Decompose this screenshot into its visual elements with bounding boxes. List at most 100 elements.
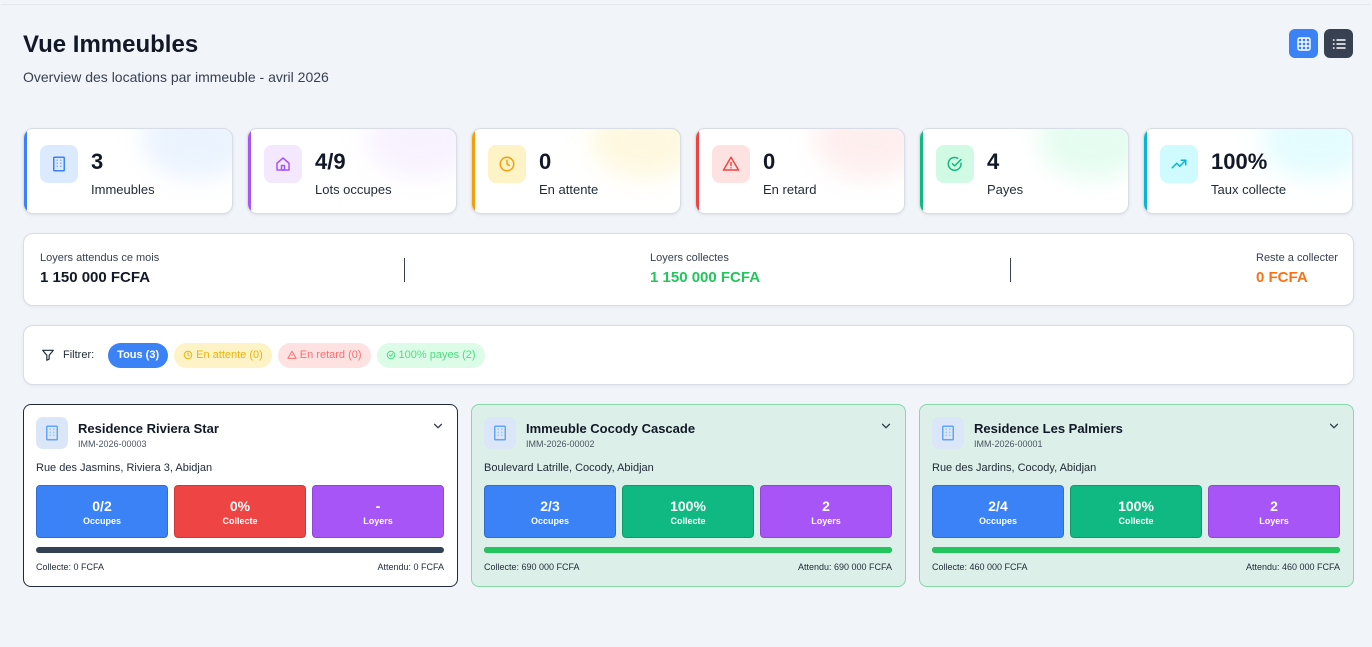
rents-value: 2	[1270, 497, 1278, 514]
alert-triangle-icon	[287, 350, 297, 359]
filter-late[interactable]: En retard (0)	[277, 342, 371, 368]
rents-tile: - Loyers	[312, 485, 444, 538]
building-card[interactable]: Immeuble Cocody Cascade IMM-2026-00002 B…	[471, 404, 906, 587]
rents-label: Loyers	[811, 515, 841, 526]
stat-glow	[366, 129, 456, 179]
stat-label: Immeubles	[91, 182, 155, 197]
collection-label: Collecte	[222, 515, 258, 526]
stat-accent	[24, 129, 27, 213]
card-footer: Collecte: 460 000 FCFA Attendu: 460 000 …	[932, 562, 1340, 572]
collection-value: 100%	[1118, 497, 1154, 514]
clock-icon	[499, 156, 515, 172]
stat-value: 4/9	[315, 149, 346, 174]
building-icon	[942, 425, 954, 441]
clock-icon	[183, 350, 193, 360]
list-view-button[interactable]	[1324, 29, 1353, 58]
grid-icon	[1296, 36, 1311, 51]
card-footer: Collecte: 0 FCFA Attendu: 0 FCFA	[36, 562, 444, 572]
building-code: IMM-2026-00001	[974, 439, 1043, 449]
occupancy-label: Occupes	[82, 515, 122, 526]
check-circle-icon	[386, 350, 395, 360]
stat-accent	[248, 129, 251, 213]
occupancy-label: Occupes	[530, 515, 570, 526]
collection-tile: 0% Collecte	[174, 485, 306, 538]
occupancy-label: Occupes	[978, 515, 1018, 526]
collection-label: Collecte	[1118, 515, 1154, 526]
rents-tile: 2 Loyers	[760, 485, 892, 538]
stat-accent	[696, 129, 699, 213]
rents-tile: 2 Loyers	[1208, 485, 1340, 538]
grid-view-button[interactable]	[1289, 29, 1318, 58]
building-address: Rue des Jardins, Cocody, Abidjan	[932, 462, 1097, 474]
remaining-rent-value: 0 FCFA	[1256, 269, 1308, 286]
page-subtitle: Overview des locations par immeuble - av…	[23, 69, 329, 85]
building-code: IMM-2026-00003	[78, 439, 147, 449]
stat-label: Payes	[987, 182, 1024, 197]
expected-rent-value: 1 150 000 FCFA	[40, 269, 151, 286]
collected-rent-block: Loyers collectes 1 150 000 FCFA	[650, 252, 760, 286]
stat-value: 0	[763, 149, 776, 174]
collection-value: 100%	[670, 497, 706, 514]
collection-label: Collecte	[670, 515, 706, 526]
stat-card-paid: 4 Payes	[919, 128, 1129, 214]
collection-tile: 100% Collecte	[622, 485, 754, 538]
trending-up-icon	[1171, 159, 1187, 169]
footer-expected: Attendu: 690 000 FCFA	[797, 562, 892, 572]
building-icon	[494, 425, 506, 441]
stat-card-late: 0 En retard	[695, 128, 905, 214]
expected-rent-label: Loyers attendus ce mois	[40, 252, 160, 264]
rents-value: -	[375, 497, 381, 514]
collected-rent-value: 1 150 000 FCFA	[650, 269, 761, 286]
occupancy-tile: 2/4 Occupes	[932, 485, 1064, 538]
expand-button[interactable]	[431, 419, 445, 438]
stat-accent	[472, 129, 475, 213]
occupancy-value: 2/3	[540, 497, 560, 514]
stat-icon-box	[712, 145, 750, 183]
stat-glow	[590, 129, 680, 179]
building-name: Residence Les Palmiers	[974, 421, 1123, 436]
remaining-rent-label: Reste a collecter	[1256, 252, 1338, 264]
app-frame: Vue Immeubles Overview des locations par…	[1, 4, 1371, 647]
stat-icon-box	[488, 145, 526, 183]
occupancy-tile: 2/3 Occupes	[484, 485, 616, 538]
stat-icon-box	[1160, 145, 1198, 183]
stat-label: Lots occupes	[315, 182, 392, 197]
page-title: Vue Immeubles	[23, 31, 199, 58]
progress-fill	[932, 547, 1340, 553]
rent-summary-panel: Loyers attendus ce mois 1 150 000 FCFA L…	[23, 233, 1354, 306]
building-icon	[46, 425, 58, 441]
collection-value: 0%	[229, 497, 251, 514]
footer-collected: Collecte: 0 FCFA	[36, 562, 105, 572]
filter-paid[interactable]: 100% payes (2)	[376, 342, 485, 368]
stat-value: 100%	[1211, 149, 1268, 174]
filter-pending[interactable]: En attente (0)	[174, 342, 272, 368]
stat-value: 3	[91, 149, 104, 174]
building-card[interactable]: Residence Les Palmiers IMM-2026-00001 Ru…	[919, 404, 1354, 587]
occupancy-value: 0/2	[92, 497, 112, 514]
expand-button[interactable]	[879, 419, 893, 438]
check-circle-icon	[947, 156, 962, 171]
stat-value: 0	[539, 149, 552, 174]
footer-expected: Attendu: 460 000 FCFA	[1245, 562, 1340, 572]
filter-paid-label: 100% payes (2)	[398, 349, 476, 361]
card-footer: Collecte: 690 000 FCFA Attendu: 690 000 …	[484, 562, 892, 572]
progress-fill	[484, 547, 892, 553]
collection-tile: 100% Collecte	[1070, 485, 1202, 538]
filter-all[interactable]: Tous (3)	[108, 342, 169, 368]
filter-bar: Filtrer: Tous (3) En attente (0) En reta…	[23, 325, 1354, 385]
building-icon-box	[932, 417, 964, 449]
collection-progress-bar	[932, 547, 1340, 553]
building-card[interactable]: Residence Riviera Star IMM-2026-00003 Ru…	[23, 404, 458, 587]
stat-accent	[1144, 129, 1147, 213]
stat-glow	[1038, 129, 1128, 179]
rents-value: 2	[822, 497, 830, 514]
filter-pending-label: En attente (0)	[196, 349, 263, 361]
view-toggle	[1289, 29, 1353, 58]
building-icon-box	[36, 417, 68, 449]
home-icon	[276, 157, 290, 171]
footer-collected: Collecte: 690 000 FCFA	[484, 562, 580, 572]
building-address: Rue des Jasmins, Riviera 3, Abidjan	[36, 462, 213, 474]
footer-collected: Collecte: 460 000 FCFA	[932, 562, 1028, 572]
expand-button[interactable]	[1327, 419, 1341, 438]
stat-value: 4	[987, 149, 1000, 174]
